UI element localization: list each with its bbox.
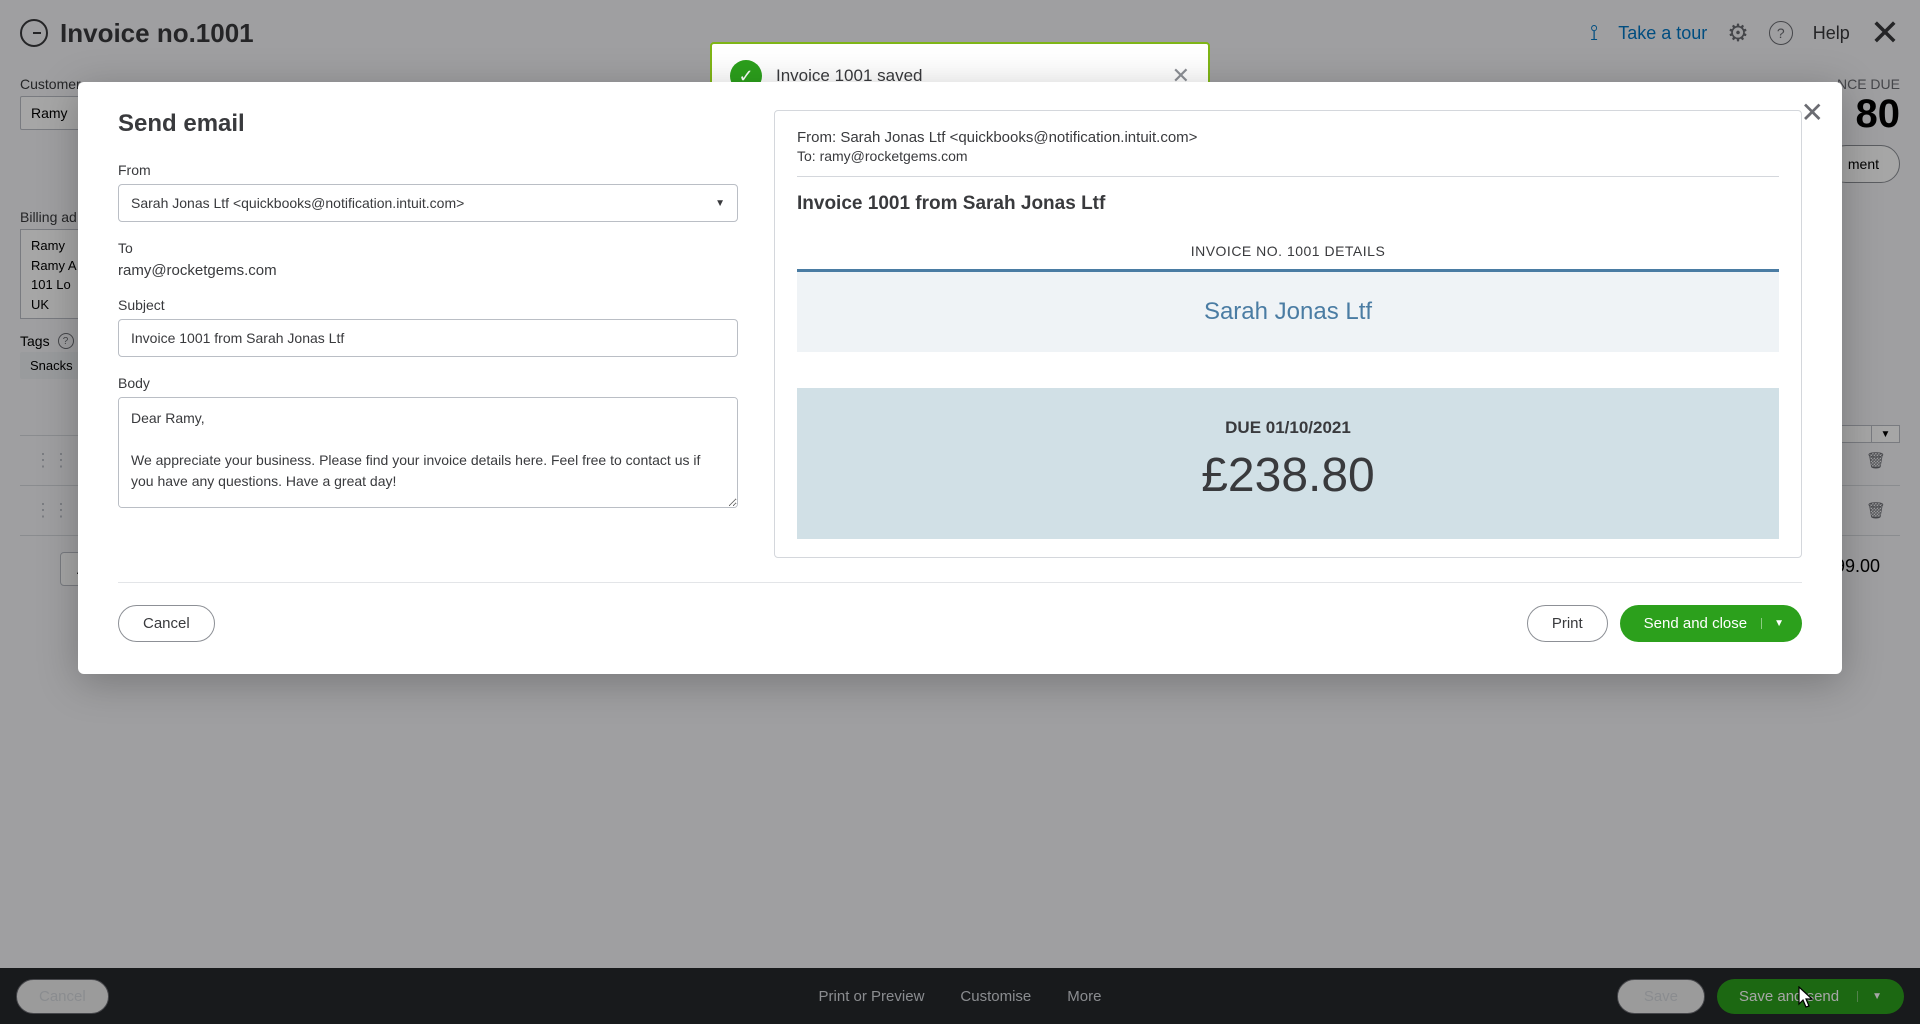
preview-company-name: Sarah Jonas Ltf [797, 269, 1779, 352]
subject-input[interactable] [118, 319, 738, 357]
send-email-modal: ✕ Send email From Sarah Jonas Ltf <quick… [78, 82, 1842, 674]
modal-cancel-button[interactable]: Cancel [118, 605, 215, 642]
send-close-label: Send and close [1644, 615, 1747, 632]
subject-label: Subject [118, 297, 738, 313]
chevron-down-icon: ▼ [715, 198, 725, 209]
preview-subject: Invoice 1001 from Sarah Jonas Ltf [797, 193, 1779, 215]
print-button[interactable]: Print [1527, 605, 1608, 642]
preview-from-line: From: Sarah Jonas Ltf <quickbooks@notifi… [797, 129, 1779, 146]
preview-amount: £238.80 [797, 448, 1779, 503]
send-and-close-button[interactable]: Send and close ▼ [1620, 605, 1802, 642]
from-label: From [118, 162, 738, 178]
modal-close-icon[interactable]: ✕ [1801, 96, 1824, 129]
modal-title: Send email [118, 110, 738, 138]
to-value: ramy@rocketgems.com [118, 262, 738, 279]
from-select[interactable]: Sarah Jonas Ltf <quickbooks@notification… [118, 184, 738, 222]
preview-due-date: DUE 01/10/2021 [797, 418, 1779, 438]
body-label: Body [118, 375, 738, 391]
divider [797, 176, 1779, 177]
body-textarea[interactable] [118, 397, 738, 508]
mouse-cursor-icon [1798, 986, 1816, 1010]
chevron-down-icon[interactable]: ▼ [1761, 618, 1784, 629]
to-label: To [118, 240, 738, 256]
email-preview-panel: From: Sarah Jonas Ltf <quickbooks@notifi… [774, 110, 1802, 558]
from-value: Sarah Jonas Ltf <quickbooks@notification… [131, 195, 464, 211]
preview-details-label: INVOICE NO. 1001 DETAILS [797, 243, 1779, 259]
preview-to-line: To: ramy@rocketgems.com [797, 148, 1779, 164]
